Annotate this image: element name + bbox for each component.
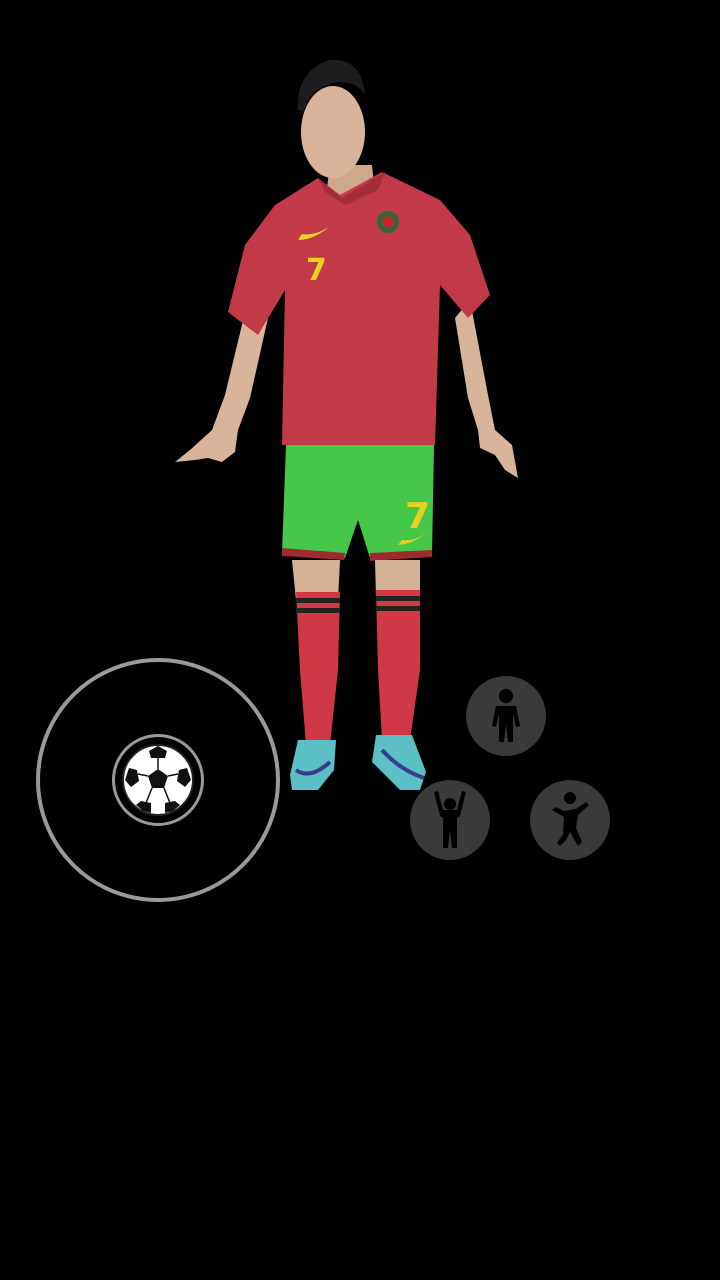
svg-text:7: 7 <box>405 496 430 537</box>
celebrate-pose-button[interactable] <box>410 780 490 860</box>
standing-person-icon <box>492 689 520 742</box>
arms-raised-person-icon <box>434 791 466 848</box>
soccer-ball-icon <box>122 744 194 816</box>
game-scene: 7 7 <box>0 0 720 1280</box>
dance-pose-button[interactable] <box>530 780 610 860</box>
dancing-person-icon <box>552 792 589 846</box>
svg-text:7: 7 <box>306 253 327 288</box>
stand-pose-button[interactable] <box>466 676 546 756</box>
joystick-knob[interactable] <box>112 734 204 826</box>
